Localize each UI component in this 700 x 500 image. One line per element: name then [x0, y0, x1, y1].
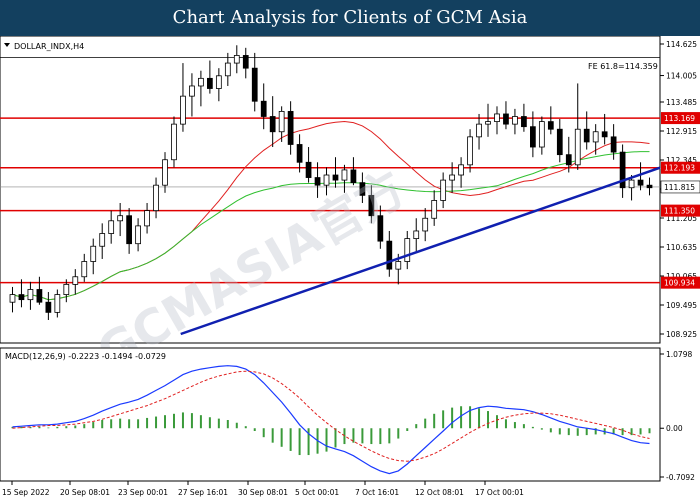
macd-y-tick-label: -0.7092 — [666, 473, 695, 482]
y-tick-label: 112.915 — [666, 127, 697, 136]
price-panel-frame — [0, 36, 661, 344]
x-tick-label: 12 Oct 08:01 — [415, 488, 464, 497]
level-tag-label: 111.350 — [664, 207, 695, 216]
y-tick-label: 114.625 — [666, 40, 697, 49]
banner: Chart Analysis for Clients of GCM Asia — [0, 0, 700, 36]
x-tick-label: 20 Sep 08:01 — [60, 488, 110, 497]
x-tick-label: 27 Sep 16:01 — [178, 488, 228, 497]
x-tick-label: 23 Sep 00:01 — [118, 488, 168, 497]
x-axis: 15 Sep 2022 20 Sep 08:01 23 Sep 00:01 27 Se… — [2, 481, 524, 497]
level-tag-label: 109.934 — [664, 279, 695, 288]
y-tick-label: 110.635 — [666, 243, 697, 252]
x-tick-label: 15 Sep 2022 — [2, 488, 50, 497]
level-tag-label: 113.169 — [664, 114, 695, 123]
x-tick-label: 17 Oct 00:01 — [475, 488, 524, 497]
chart-area: 114.625114.005113.485112.915112.345111.7… — [0, 36, 700, 497]
macd-y-tick-label: 0.00 — [666, 424, 683, 433]
symbol-label: DOLLAR_INDX,H4 — [14, 42, 84, 51]
x-tick-label: 30 Sep 08:01 — [238, 488, 288, 497]
fib-label: FE 61.8=114.359 — [588, 62, 658, 71]
macd-y-tick-label: 1.0798 — [666, 350, 692, 359]
x-tick-label: 5 Oct 00:01 — [295, 488, 339, 497]
macd-panel: 1.0798 0.00 -0.7092 MACD(12,26,9) -0.2223 … — [0, 347, 695, 482]
price-panel: 114.625114.005113.485112.915112.345111.7… — [0, 36, 700, 381]
macd-panel-frame — [0, 347, 661, 482]
level-tag-label: 112.193 — [664, 164, 695, 173]
banner-title: Chart Analysis for Clients of GCM Asia — [172, 7, 528, 28]
y-tick-label: 113.485 — [666, 98, 697, 107]
x-tick-label: 7 Oct 16:01 — [355, 488, 399, 497]
y-tick-label: 108.925 — [666, 330, 697, 339]
y-tick-label: 114.005 — [666, 72, 697, 81]
macd-label: MACD(12,26,9) -0.2223 -0.1494 -0.0729 — [5, 352, 166, 361]
current-price-label: 111.815 — [664, 183, 695, 192]
y-tick-label: 109.495 — [666, 301, 697, 310]
candle — [171, 116, 177, 168]
